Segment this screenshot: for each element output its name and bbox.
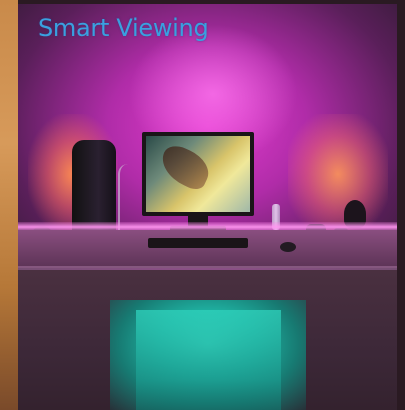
keyboard bbox=[148, 238, 248, 248]
left-edge-strip bbox=[0, 0, 18, 410]
ambient-light-photo bbox=[18, 4, 397, 410]
screen-image-figure bbox=[155, 141, 215, 193]
desk-surface bbox=[18, 230, 397, 268]
right-orange-glow bbox=[288, 114, 388, 234]
monitor-screen bbox=[146, 136, 250, 212]
teal-cabinet-interior bbox=[136, 310, 281, 410]
mouse bbox=[280, 242, 296, 252]
overlay-title: Smart Viewing bbox=[38, 14, 209, 42]
